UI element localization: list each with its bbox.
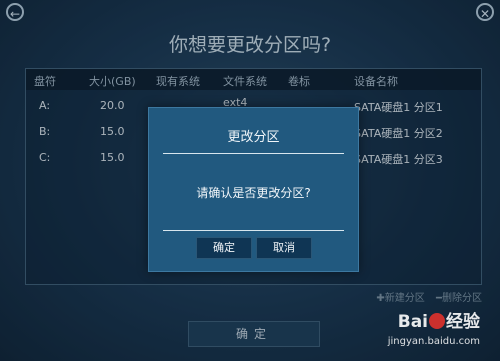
dialog-ok-button[interactable]: 确定 bbox=[196, 237, 252, 259]
dialog-divider bbox=[163, 153, 344, 154]
watermark-brand-left: Bai bbox=[397, 312, 428, 332]
dialog-cancel-button[interactable]: 取消 bbox=[256, 237, 312, 259]
baidu-watermark: Bai 经验 bbox=[398, 307, 480, 332]
confirm-dialog: 更改分区 请确认是否更改分区? 确定 取消 bbox=[148, 107, 359, 272]
dialog-title: 更改分区 bbox=[227, 130, 280, 145]
watermark-brand-right: 经验 bbox=[446, 312, 480, 332]
dialog-divider bbox=[163, 230, 344, 231]
watermark-url: jingyan.baidu.com bbox=[387, 336, 480, 347]
dialog-message: 请确认是否更改分区? bbox=[196, 186, 311, 200]
paw-logo-icon bbox=[429, 313, 445, 329]
